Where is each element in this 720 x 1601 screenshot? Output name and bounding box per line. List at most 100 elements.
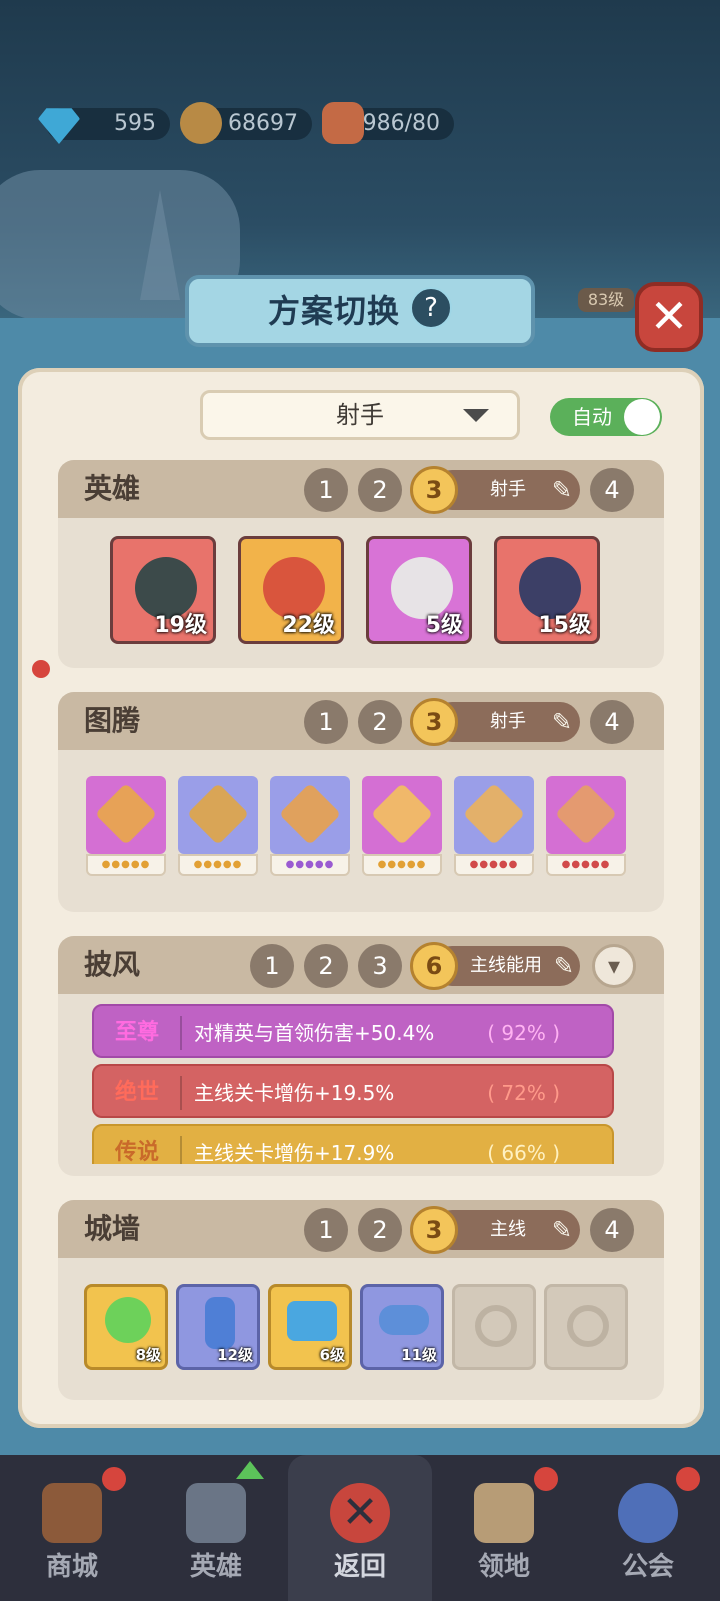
notification-dot bbox=[534, 1467, 558, 1491]
totems-slot-active[interactable]: 3 bbox=[410, 698, 458, 746]
wall-card[interactable]: 6级 bbox=[268, 1284, 352, 1370]
cloak-slot-active[interactable]: 6 bbox=[410, 942, 458, 990]
wall-slot-4[interactable]: 4 bbox=[590, 1208, 634, 1252]
totem-frame bbox=[86, 776, 166, 854]
cloak-row[interactable]: 绝世 主线关卡增伤+19.5% ( 72% ) bbox=[92, 1064, 614, 1118]
hero-card[interactable]: 5级 bbox=[366, 536, 472, 644]
feather-icon: ✎ bbox=[551, 708, 572, 736]
totem-frame bbox=[546, 776, 626, 854]
auto-toggle[interactable]: 自动 bbox=[550, 398, 662, 436]
totem-card[interactable]: ●●●●● bbox=[270, 776, 350, 876]
planet-icon bbox=[618, 1483, 678, 1543]
totems-slot-4[interactable]: 4 bbox=[590, 700, 634, 744]
totem-card[interactable]: ●●●●● bbox=[86, 776, 166, 876]
chest-icon bbox=[287, 1301, 337, 1341]
notification-dot bbox=[676, 1467, 700, 1491]
heroes-slot-2[interactable]: 2 bbox=[358, 468, 402, 512]
wall-active-label: 主线 bbox=[490, 1219, 526, 1240]
nav-heroes[interactable]: 英雄 bbox=[144, 1455, 288, 1601]
totem-card[interactable]: ●●●●● bbox=[546, 776, 626, 876]
feather-icon: ✎ bbox=[551, 476, 572, 504]
cloak-slot-3[interactable]: 3 bbox=[358, 944, 402, 988]
totems-active-label: 射手 bbox=[490, 711, 526, 732]
gems-counter[interactable]: 595 bbox=[38, 108, 170, 144]
totems-slot-2[interactable]: 2 bbox=[358, 700, 402, 744]
nav-label: 返回 bbox=[333, 1552, 386, 1582]
help-icon[interactable]: ? bbox=[410, 287, 452, 329]
nav-shop[interactable]: 商城 bbox=[0, 1455, 144, 1601]
wall-card[interactable]: 12级 bbox=[176, 1284, 260, 1370]
preset-dropdown[interactable]: 射手 bbox=[200, 390, 520, 440]
totem-card[interactable]: ●●●●● bbox=[454, 776, 534, 876]
preset-selected: 射手 bbox=[336, 401, 384, 429]
nav-guild[interactable]: 公会 bbox=[576, 1455, 720, 1601]
cloak-slot-1[interactable]: 1 bbox=[250, 944, 294, 988]
hero-level: 15级 bbox=[538, 613, 591, 638]
cloak-percent: ( 66% ) bbox=[487, 1141, 560, 1164]
background-level-badge: 83级 bbox=[578, 288, 634, 312]
cloak-row[interactable]: 至尊 对精英与首领伤害+50.4% ( 92% ) bbox=[92, 1004, 614, 1058]
wall-card[interactable]: 8级 bbox=[84, 1284, 168, 1370]
heroes-slot-1[interactable]: 1 bbox=[304, 468, 348, 512]
hero-card[interactable]: 22级 bbox=[238, 536, 344, 644]
expand-icon[interactable]: ▾ bbox=[592, 944, 636, 988]
nav-territory[interactable]: 领地 bbox=[432, 1455, 576, 1601]
cloak-header: 披风 1 2 3 6 主线能用 ✎ ▾ bbox=[58, 936, 664, 994]
nav-label: 英雄 bbox=[189, 1552, 242, 1582]
wall-slot-locked[interactable] bbox=[452, 1284, 536, 1370]
heroes-slot-4[interactable]: 4 bbox=[590, 468, 634, 512]
totem-card[interactable]: ●●●●● bbox=[362, 776, 442, 876]
totem-icon bbox=[370, 782, 434, 846]
nav-back[interactable]: ✕ 返回 bbox=[288, 1455, 432, 1601]
coin-icon bbox=[180, 102, 222, 144]
coins-counter[interactable]: 68697 bbox=[180, 102, 312, 144]
wall-slot-1[interactable]: 1 bbox=[304, 1208, 348, 1252]
cloak-percent: ( 72% ) bbox=[487, 1081, 560, 1105]
diamond-icon bbox=[38, 108, 80, 144]
heroes-slot-active[interactable]: 3 bbox=[410, 466, 458, 514]
upgrade-arrow-icon bbox=[236, 1461, 264, 1479]
feather-icon: ✎ bbox=[551, 1216, 572, 1244]
wall-level: 11级 bbox=[401, 1346, 437, 1364]
totem-stars: ●●●●● bbox=[362, 854, 442, 876]
wall-slot-locked[interactable] bbox=[544, 1284, 628, 1370]
notification-dot bbox=[32, 660, 50, 678]
totems-slot-1[interactable]: 1 bbox=[304, 700, 348, 744]
wall-slot-2[interactable]: 2 bbox=[358, 1208, 402, 1252]
auto-label: 自动 bbox=[572, 405, 612, 429]
dialog-title: 方案切换 bbox=[267, 292, 400, 330]
cloak-rarity: 绝世 bbox=[114, 1080, 159, 1105]
wall-card[interactable]: 11级 bbox=[360, 1284, 444, 1370]
totem-stars: ●●●●● bbox=[178, 854, 258, 876]
cloak-effect: 对精英与首领伤害+50.4% bbox=[194, 1021, 435, 1045]
cloak-row[interactable]: 传说 主线关卡增伤+17.9% ( 66% ) bbox=[92, 1124, 614, 1164]
toggle-knob bbox=[624, 399, 660, 435]
totems-title: 图腾 bbox=[84, 704, 141, 737]
cloak-rarity: 至尊 bbox=[114, 1020, 159, 1045]
wall-level: 12级 bbox=[217, 1346, 253, 1364]
dialog-title-ribbon: 方案切换? bbox=[185, 275, 535, 347]
cloak-effect: 主线关卡增伤+17.9% bbox=[194, 1141, 395, 1164]
totem-icon bbox=[462, 782, 526, 846]
divider bbox=[180, 1016, 182, 1050]
cannon-icon bbox=[379, 1305, 429, 1335]
totem-icon bbox=[278, 782, 342, 846]
stamina-counter[interactable]: 986/80 bbox=[322, 102, 454, 144]
totem-card[interactable]: ●●●●● bbox=[178, 776, 258, 876]
close-button[interactable]: ✕ bbox=[635, 282, 703, 352]
wall-level: 8级 bbox=[135, 1346, 161, 1364]
hero-card[interactable]: 15级 bbox=[494, 536, 600, 644]
stamina-value: 986/80 bbox=[362, 111, 440, 136]
hero-level: 5级 bbox=[425, 613, 463, 638]
hero-card[interactable]: 19级 bbox=[110, 536, 216, 644]
gems-value: 595 bbox=[114, 111, 156, 136]
shop-icon bbox=[42, 1483, 102, 1543]
totem-stars: ●●●●● bbox=[546, 854, 626, 876]
wall-section: 城墙 1 2 3 主线 ✎ 4 8级 12级 6级 11级 bbox=[58, 1200, 664, 1400]
cloak-slot-2[interactable]: 2 bbox=[304, 944, 348, 988]
cloak-list[interactable]: 至尊 对精英与首领伤害+50.4% ( 92% ) 绝世 主线关卡增伤+19.5… bbox=[58, 996, 664, 1164]
totem-stars: ●●●●● bbox=[270, 854, 350, 876]
cloak-title: 披风 bbox=[84, 948, 141, 981]
wall-slot-active[interactable]: 3 bbox=[410, 1206, 458, 1254]
coins-value: 68697 bbox=[228, 111, 298, 136]
